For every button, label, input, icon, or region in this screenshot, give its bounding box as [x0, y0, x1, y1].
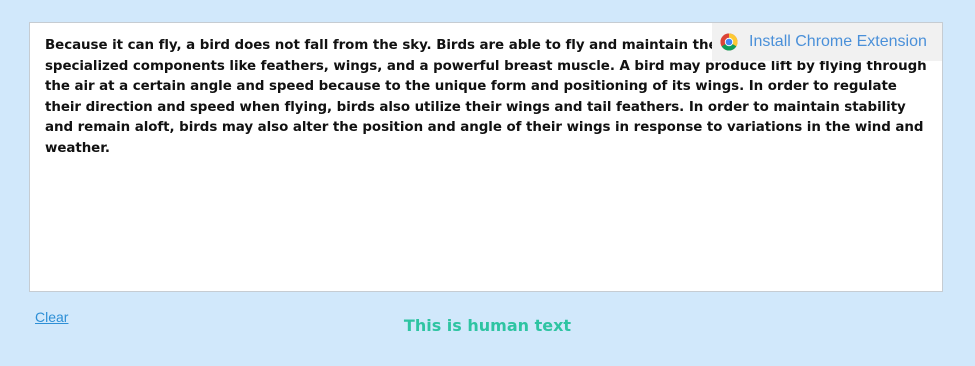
- result-label: This is human text: [403, 316, 572, 335]
- install-chrome-extension-label: Install Chrome Extension: [749, 33, 927, 50]
- text-input-area[interactable]: Because it can fly, a bird does not fall…: [29, 22, 943, 292]
- install-chrome-extension-button[interactable]: Install Chrome Extension: [712, 23, 942, 61]
- chrome-icon: [720, 33, 738, 51]
